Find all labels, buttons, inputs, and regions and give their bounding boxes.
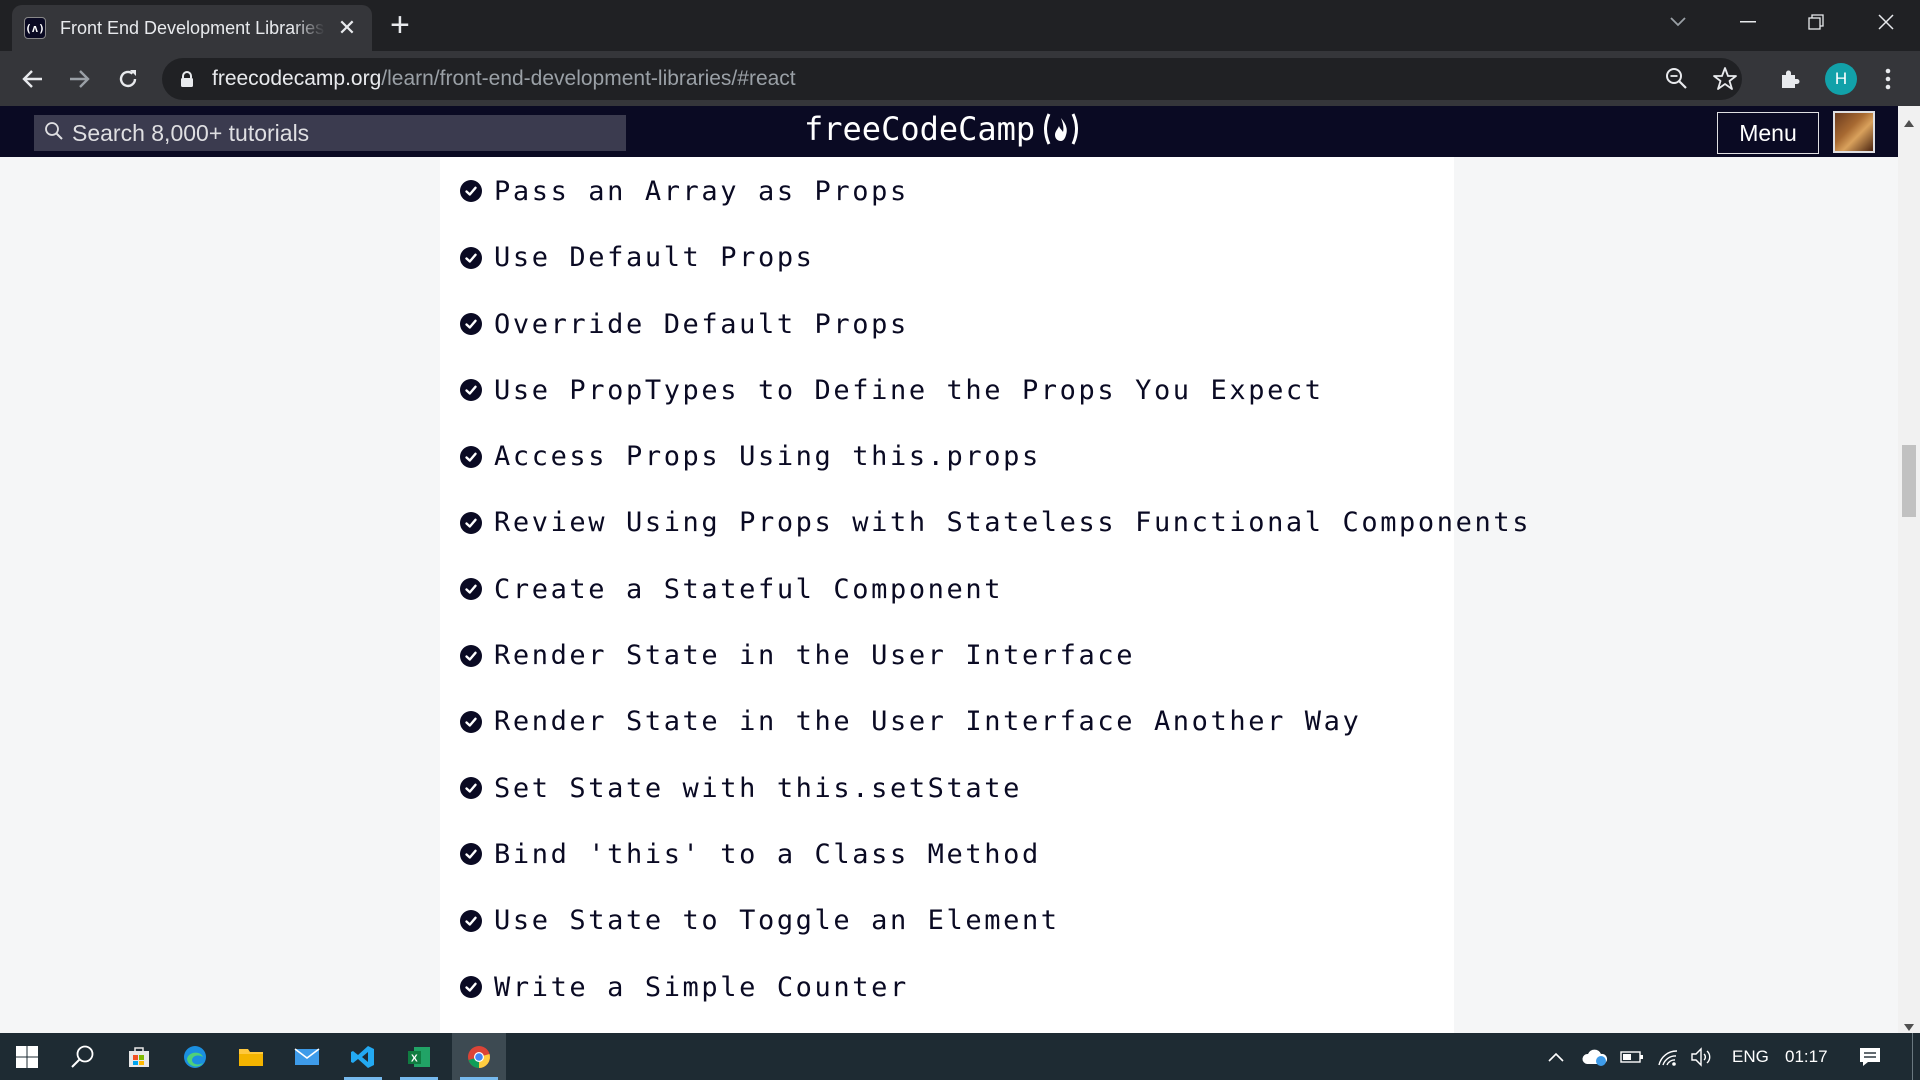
check-circle-icon [460,445,482,468]
challenge-item[interactable]: Set State with this.setState [460,755,1531,821]
browser-toolbar: freecodecamp.org/learn/front-end-develop… [0,51,1920,106]
fcc-navbar: freeCodeCamp Menu [0,106,1920,157]
volume-icon[interactable] [1690,1033,1714,1080]
url-path: /learn/front-end-development-libraries/#… [381,67,796,90]
check-circle-icon [460,246,482,269]
browser-tab[interactable]: (ʌ) Front End Development Libraries ✕ [12,5,372,51]
show-desktop-divider[interactable] [1912,1033,1913,1080]
fcc-logo-text: freeCodeCamp [804,110,1036,148]
restore-button[interactable] [1782,0,1850,44]
challenge-item[interactable]: Override Default Props [460,291,1531,357]
main-content: Pass Props to a Stateless Functional Com… [0,157,1898,1033]
tab-search-icon[interactable] [1644,0,1712,44]
challenge-title[interactable]: Use Default Props [494,242,815,273]
challenge-title[interactable]: Render State in the User Interface [494,640,1135,671]
fcc-search-input[interactable] [72,119,612,147]
challenge-item[interactable]: Create a Stateful Component [460,556,1531,622]
challenge-title[interactable]: Pass an Array as Props [494,176,909,207]
url-host: freecodecamp.org [212,67,382,90]
challenge-title[interactable]: Use PropTypes to Define the Props You Ex… [494,375,1324,406]
clock[interactable]: 01:17 [1785,1033,1828,1080]
fcc-flame-icon [1039,111,1083,147]
fcc-logo[interactable]: freeCodeCamp [804,110,1083,148]
challenge-item[interactable]: Render State in the User Interface [460,622,1531,688]
check-circle-icon [460,511,482,534]
fcc-search-box[interactable] [34,115,626,151]
challenge-title[interactable]: Render State in the User Interface Anoth… [494,706,1361,737]
tab-title: Front End Development Libraries [60,17,325,38]
scroll-thumb[interactable] [1902,445,1916,517]
windows-taskbar: X ENG 01:17 [0,1033,1920,1080]
challenge-item[interactable]: Review Using Props with Stateless Functi… [460,490,1531,556]
tray-chevron-up-icon[interactable] [1548,1033,1564,1080]
challenge-item[interactable]: Write a Simple Counter [460,954,1531,1020]
fcc-favicon-icon: (ʌ) [24,17,46,39]
page-scrollbar[interactable] [1898,106,1920,1033]
search-icon[interactable] [56,1033,110,1080]
minimize-button[interactable] [1714,0,1782,44]
store-icon[interactable] [112,1033,166,1080]
svg-text:X: X [411,1053,418,1064]
check-circle-icon [460,710,482,733]
language-indicator[interactable]: ENG [1732,1033,1769,1080]
browser-tab-strip: (ʌ) Front End Development Libraries ✕ + [0,0,1920,51]
bookmark-star-icon[interactable] [1712,66,1738,97]
check-circle-icon [460,777,482,800]
check-circle-icon [460,976,482,998]
challenge-item[interactable]: Use PropTypes to Define the Props You Ex… [460,357,1531,423]
scroll-up-arrow-icon[interactable] [1904,114,1914,132]
check-circle-icon [460,578,482,601]
challenge-item[interactable]: Pass an Array as Props [460,158,1531,224]
check-circle-icon [460,644,482,667]
challenge-item[interactable]: Access Props Using this.props [460,423,1531,489]
check-circle-icon [460,843,482,866]
check-circle-icon [460,313,482,336]
challenge-list: Pass Props to a Stateless Functional Com… [460,157,1531,1020]
challenge-item[interactable]: Use State to Toggle an Element [460,888,1531,954]
check-circle-icon [460,379,482,402]
edge-icon[interactable] [168,1033,222,1080]
onedrive-icon[interactable] [1582,1033,1608,1080]
check-circle-icon [460,180,482,203]
fcc-menu-button[interactable]: Menu [1717,112,1819,154]
challenge-title[interactable]: Write a Simple Counter [494,972,909,1003]
excel-icon[interactable]: X [392,1033,446,1080]
challenge-title[interactable]: Create a Stateful Component [494,574,1003,605]
zoom-icon[interactable] [1664,66,1690,97]
challenge-item[interactable]: Bind 'this' to a Class Method [460,821,1531,887]
challenge-title[interactable]: Bind 'this' to a Class Method [494,839,1041,870]
profile-avatar[interactable]: H [1825,63,1857,95]
vscode-icon[interactable] [336,1033,390,1080]
challenge-title[interactable]: Review Using Props with Stateless Functi… [494,507,1531,538]
wifi-icon[interactable] [1657,1033,1679,1080]
start-icon[interactable] [0,1033,54,1080]
search-icon [44,121,64,146]
address-bar[interactable]: freecodecamp.org/learn/front-end-develop… [162,58,1742,100]
challenge-title[interactable]: Override Default Props [494,309,909,340]
forward-button[interactable] [62,61,98,97]
check-circle-icon [460,909,482,932]
user-avatar[interactable] [1833,111,1875,153]
challenge-title[interactable]: Access Props Using this.props [494,441,1041,472]
chrome-menu-icon[interactable] [1870,61,1906,97]
close-window-button[interactable] [1852,0,1920,44]
extensions-puzzle-icon[interactable] [1772,61,1808,97]
challenge-item[interactable]: Render State in the User Interface Anoth… [460,689,1531,755]
challenge-title[interactable]: Use State to Toggle an Element [494,905,1060,936]
tab-close-icon[interactable]: ✕ [335,15,359,41]
battery-icon[interactable] [1620,1033,1644,1080]
reload-button[interactable] [110,61,146,97]
chrome-icon[interactable] [452,1033,506,1080]
challenge-item[interactable]: Use Default Props [460,225,1531,291]
back-button[interactable] [14,61,50,97]
file-explorer-icon[interactable] [224,1033,278,1080]
url-text[interactable]: freecodecamp.org/learn/front-end-develop… [212,67,796,91]
mail-icon[interactable] [280,1033,334,1080]
lock-icon[interactable] [180,71,194,87]
notifications-icon[interactable] [1858,1033,1882,1080]
challenge-title[interactable]: Set State with this.setState [494,773,1022,804]
new-tab-button[interactable]: + [390,8,410,42]
